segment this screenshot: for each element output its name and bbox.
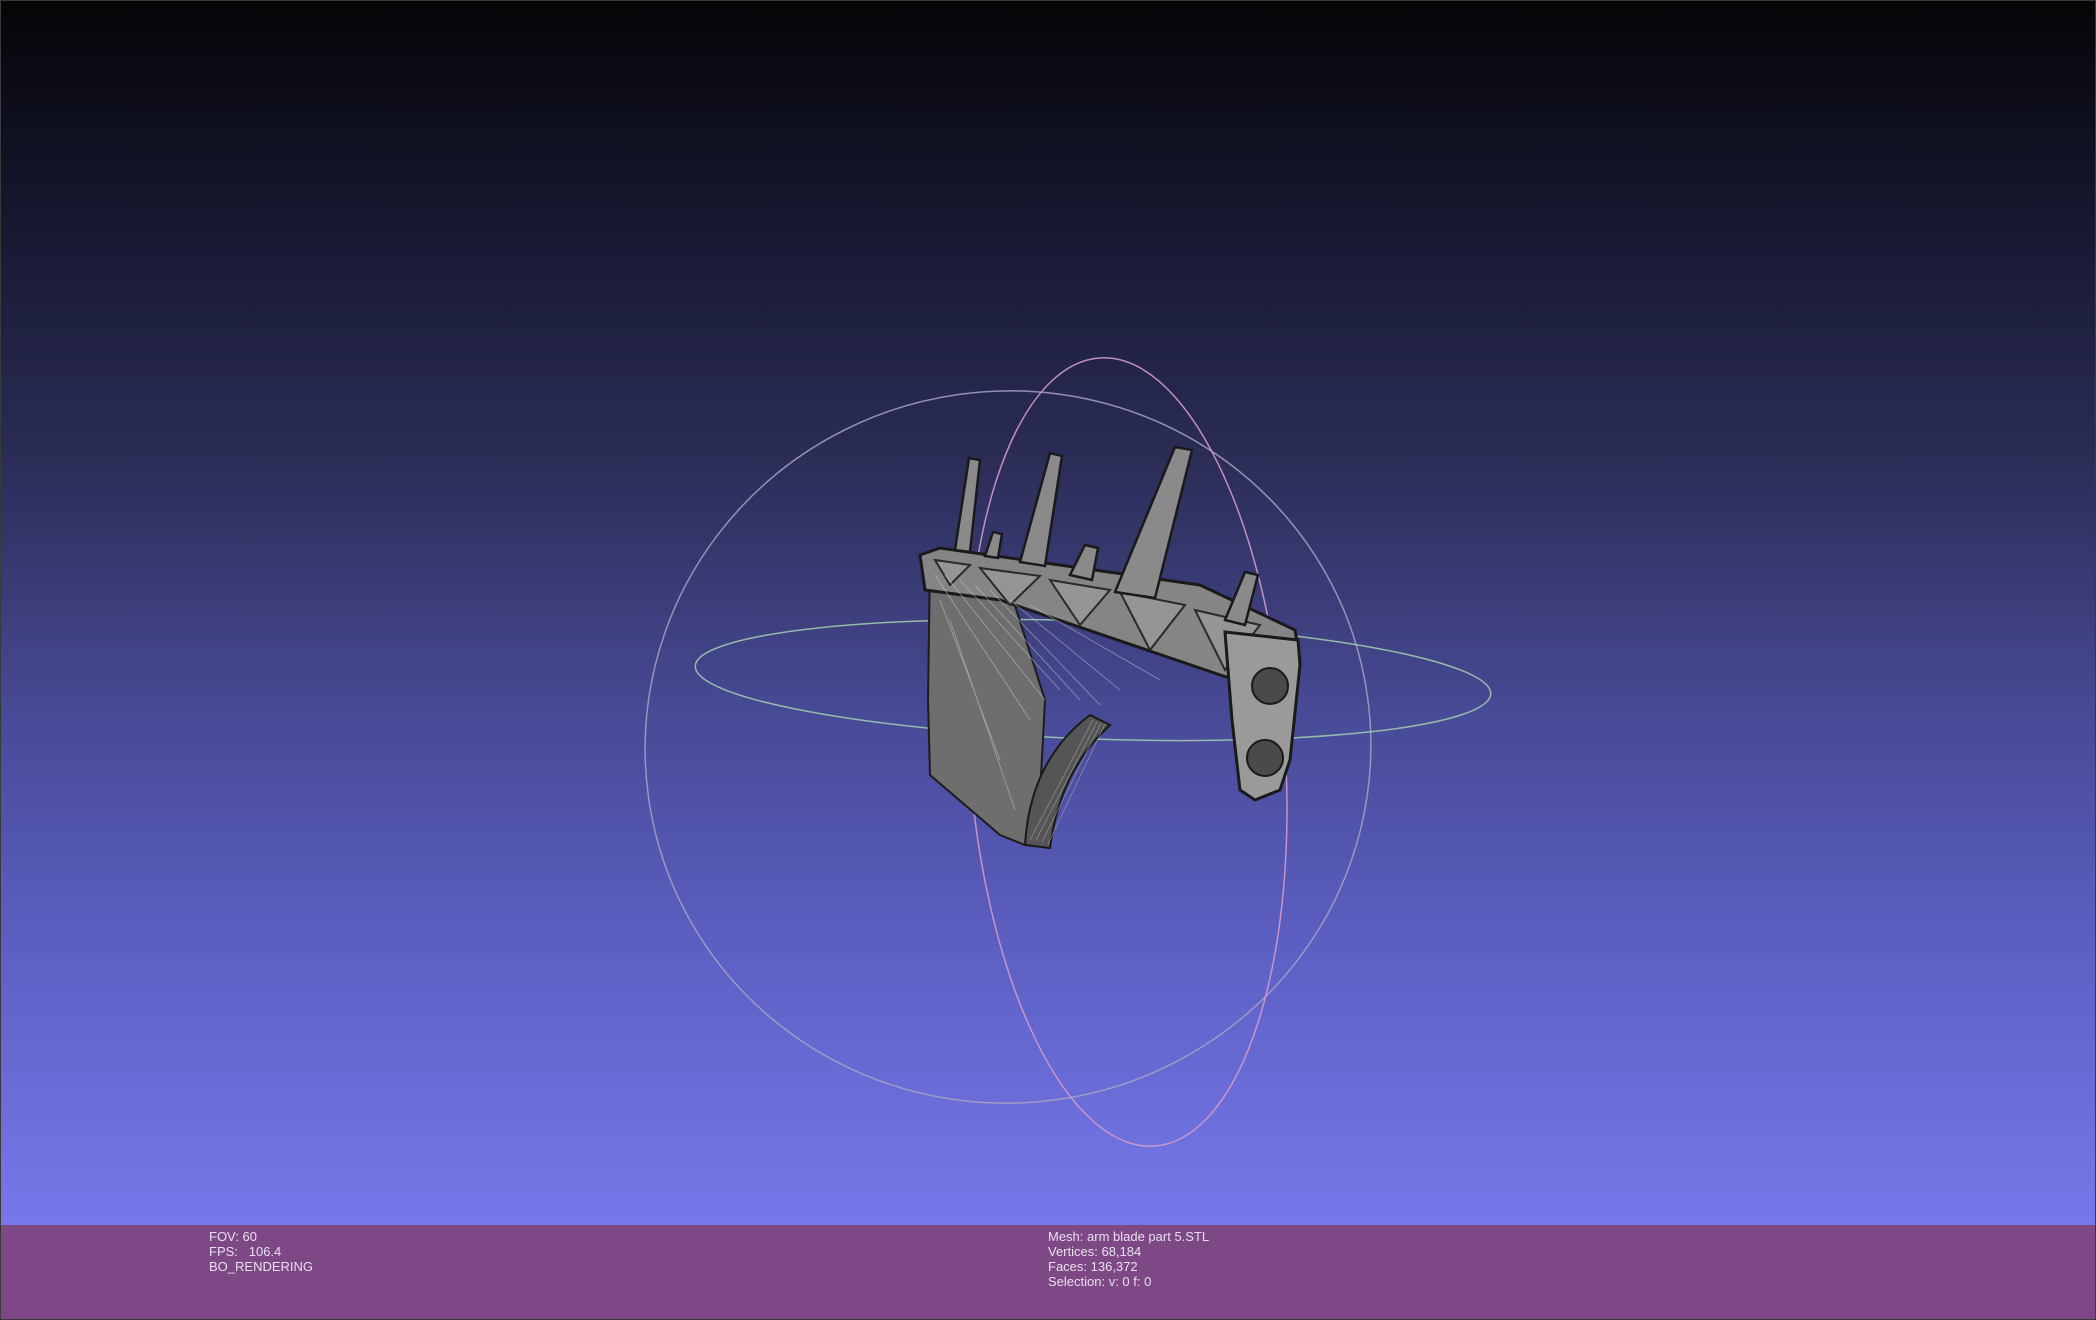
info-bar: FOV: 60 FPS: 106.4 BO_RENDERING Mesh: ar… bbox=[0, 1225, 2096, 1320]
mesh-sphere-bottom bbox=[1246, 739, 1284, 777]
mesh-spike-3 bbox=[1018, 451, 1064, 568]
vertices-readout: Vertices: 68,184 bbox=[1048, 1244, 1142, 1259]
render-mode-readout: BO_RENDERING bbox=[209, 1259, 314, 1274]
mesh-sphere-top bbox=[1251, 667, 1289, 705]
selection-readout: Selection: v: 0 f: 0 bbox=[1048, 1274, 1152, 1289]
mesh-spike-2 bbox=[983, 530, 1004, 560]
faces-readout: Faces: 136,372 bbox=[1048, 1259, 1138, 1274]
mesh-spike-1 bbox=[953, 456, 982, 554]
3d-viewport[interactable] bbox=[0, 0, 2096, 1225]
mesh-spike-5 bbox=[1113, 445, 1194, 600]
mesh-name-readout: Mesh: arm blade part 5.STL bbox=[1048, 1229, 1210, 1244]
scene-canvas[interactable] bbox=[0, 0, 2096, 1225]
mesh-info: Mesh: arm blade part 5.STL Vertices: 68,… bbox=[1048, 1229, 1209, 1289]
mesh-model[interactable] bbox=[918, 445, 1302, 850]
mesh-spike-4 bbox=[1068, 543, 1100, 582]
fps-readout: FPS: 106.4 bbox=[209, 1244, 282, 1259]
render-info: FOV: 60 FPS: 106.4 BO_RENDERING bbox=[209, 1229, 313, 1274]
fov-readout: FOV: 60 bbox=[209, 1229, 257, 1244]
